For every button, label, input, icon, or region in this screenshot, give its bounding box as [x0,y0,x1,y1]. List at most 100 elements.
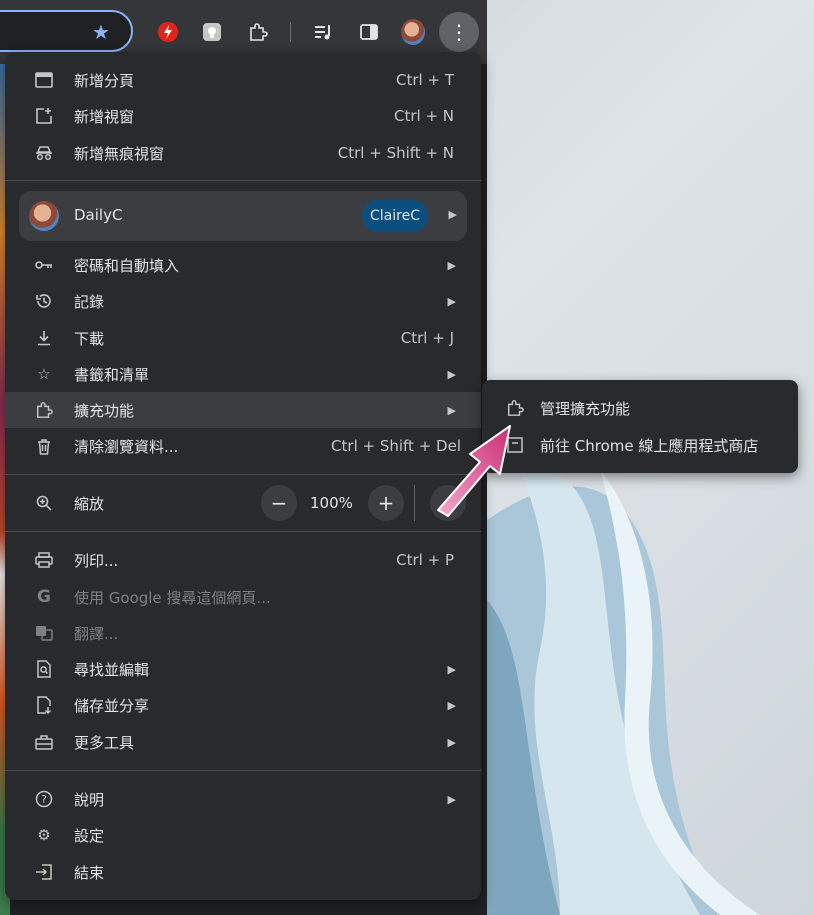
chevron-right-icon: ▶ [447,662,456,676]
find-in-page-icon [33,658,55,680]
menu-divider [5,180,481,181]
history-icon [33,290,55,312]
menu-item-find-edit[interactable]: 尋找並編輯 ▶ [5,651,481,687]
menu-item-exit[interactable]: 結束 [5,854,481,890]
chevron-right-icon: ▶ [447,367,456,381]
exit-icon [33,861,55,883]
side-panel-icon[interactable] [357,20,381,44]
menu-item-label: 新增視窗 [74,107,135,126]
new-window-icon [33,105,55,127]
submenu-item-label: 前往 Chrome 線上應用程式商店 [540,436,759,455]
menu-item-label: 密碼和自動填入 [74,256,180,275]
menu-item-clear-data[interactable]: 清除瀏覽資料... Ctrl + Shift + Del [5,428,481,464]
menu-item-label: 更多工具 [74,733,135,752]
lightning-extension-icon[interactable] [156,20,180,44]
menu-item-new-tab[interactable]: 新增分頁 Ctrl + T [5,62,481,98]
submenu-item-manage-extensions[interactable]: 管理擴充功能 [482,390,798,426]
menu-item-help[interactable]: ? 說明 ▶ [5,781,481,817]
menu-item-label: 擴充功能 [74,401,135,420]
menu-item-extensions[interactable]: 擴充功能 ▶ [5,392,481,428]
avatar [29,201,59,231]
shortcut-label: Ctrl + P [396,551,454,569]
avatar[interactable] [401,19,425,45]
google-icon: G [37,587,51,607]
menu-item-label: 尋找並編輯 [74,660,150,679]
incognito-icon [33,142,55,164]
chrome-main-menu: 新增分頁 Ctrl + T 新增視窗 Ctrl + N 新增無痕視窗 Ctrl … [5,52,481,900]
shortcut-label: Ctrl + T [396,71,454,89]
note-extension-icon[interactable] [200,20,224,44]
help-icon: ? [33,788,55,810]
submenu-item-label: 管理擴充功能 [540,399,631,418]
pointer-arrow-annotation [437,425,511,517]
menu-item-label: 新增無痕視窗 [74,144,165,163]
menu-item-more-tools[interactable]: 更多工具 ▶ [5,724,481,760]
key-icon [33,254,55,276]
menu-item-zoom: 縮放 [5,485,481,521]
shortcut-label: Ctrl + Shift + N [337,144,454,162]
profile-chip: ClaireC [362,200,428,232]
menu-item-label: 下載 [74,329,105,348]
puzzle-icon [504,397,526,419]
zoom-level: 100% [310,494,353,512]
menu-divider [5,770,481,771]
menu-item-translate[interactable]: 翻譯... [5,615,481,651]
submenu-item-chrome-store[interactable]: 前往 Chrome 線上應用程式商店 [482,427,798,463]
menu-item-label: 書籤和清單 [74,365,150,384]
menu-item-incognito[interactable]: 新增無痕視窗 Ctrl + Shift + N [5,135,481,171]
media-control-icon[interactable] [312,20,336,44]
star-icon[interactable]: ★ [92,20,110,44]
print-icon [33,549,55,571]
menu-divider [5,531,481,532]
chevron-right-icon: ▶ [447,403,456,417]
toolbox-icon [33,731,55,753]
menu-item-label: 使用 Google 搜尋這個網頁... [74,588,271,607]
zoom-separator [414,485,415,521]
menu-item-print[interactable]: 列印... Ctrl + P [5,542,481,578]
zoom-icon [33,492,55,514]
menu-item-new-window[interactable]: 新增視窗 Ctrl + N [5,98,481,134]
zoom-in-button[interactable]: + [368,485,404,521]
translate-icon [33,622,55,644]
save-page-icon [33,694,55,716]
shortcut-label: Ctrl + J [400,329,454,347]
zoom-out-button[interactable]: − [261,485,297,521]
address-bar[interactable] [0,10,133,52]
menu-item-bookmarks[interactable]: ☆ 書籤和清單 ▶ [5,356,481,392]
menu-item-settings[interactable]: ⚙ 設定 [5,817,481,853]
menu-item-label: 翻譯... [74,624,119,643]
menu-divider [5,474,481,475]
profile-row[interactable]: DailyC ClaireC ▶ [19,191,467,241]
menu-item-passwords[interactable]: 密碼和自動填入 ▶ [5,247,481,283]
menu-item-label: 結束 [74,863,105,882]
chevron-right-icon: ▶ [447,294,456,308]
chevron-right-icon: ▶ [447,735,456,749]
menu-item-downloads[interactable]: 下載 Ctrl + J [5,320,481,356]
menu-item-label: 縮放 [74,494,105,513]
svg-text:?: ? [41,793,47,806]
menu-item-label: 清除瀏覽資料... [74,437,179,456]
profile-name: DailyC [74,206,123,224]
menu-item-label: 記錄 [74,292,105,311]
menu-item-label: 列印... [74,551,119,570]
menu-item-label: 設定 [74,826,105,845]
chevron-right-icon: ▶ [447,792,456,806]
menu-item-history[interactable]: 記錄 ▶ [5,283,481,319]
menu-item-save-share[interactable]: 儲存並分享 ▶ [5,687,481,723]
chevron-right-icon: ▶ [448,208,457,221]
gear-icon: ⚙ [37,826,51,844]
star-outline-icon: ☆ [37,365,51,383]
menu-item-google-search[interactable]: G 使用 Google 搜尋這個網頁... [5,579,481,615]
menu-item-label: 儲存並分享 [74,696,150,715]
shortcut-label: Ctrl + N [393,107,454,125]
puzzle-icon[interactable] [246,20,270,44]
chevron-right-icon: ▶ [447,698,456,712]
menu-item-label: 說明 [74,790,105,809]
trash-icon [33,435,55,457]
chevron-right-icon: ▶ [447,258,456,272]
more-vert-icon[interactable]: ⋮ [439,12,479,52]
puzzle-icon [33,399,55,421]
extensions-submenu: 管理擴充功能 前往 Chrome 線上應用程式商店 [482,380,798,473]
toolbar-separator [290,22,291,42]
menu-item-label: 新增分頁 [74,71,135,90]
